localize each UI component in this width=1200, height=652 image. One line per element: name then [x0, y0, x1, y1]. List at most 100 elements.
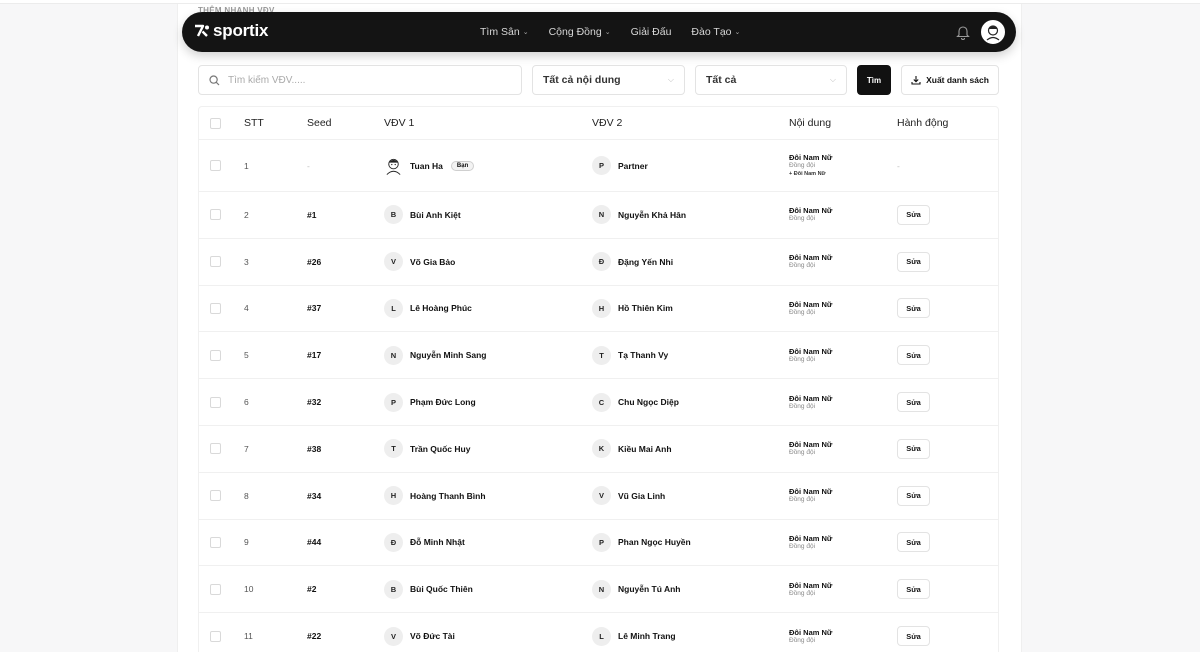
row-stt: 4 [244, 303, 249, 314]
edit-button[interactable]: Sửa [897, 438, 930, 459]
content-filter-value: Tất cả nội dung [543, 74, 621, 86]
nav-item-label: Tìm Sân [480, 26, 520, 38]
player-2-cell: P Partner [592, 140, 648, 191]
player-initial-avatar: N [592, 579, 611, 599]
row-checkbox[interactable] [210, 160, 221, 171]
content-filter-select[interactable]: Tất cả nội dung ⌵ [532, 65, 685, 95]
row-seed: #44 [307, 537, 322, 548]
content-cell: Đôi Nam Nữ Đồng đội [789, 473, 832, 519]
row-checkbox[interactable] [210, 349, 221, 361]
edit-button[interactable]: Sửa [897, 298, 930, 319]
row-checkbox[interactable] [210, 490, 221, 502]
row-seed: #2 [307, 584, 317, 595]
player-initial-avatar: V [592, 486, 611, 506]
export-button[interactable]: Xuất danh sách [901, 65, 999, 95]
status-filter-select[interactable]: Tất cả ⌵ [695, 65, 847, 95]
player-initial-avatar: H [592, 298, 611, 318]
row-stt: 11 [244, 631, 253, 642]
quick-add-heading: THÊM NHANH VĐV [198, 6, 275, 12]
content-cell: Đôi Nam Nữ Đồng đội [789, 613, 832, 652]
nav-item-tim-san[interactable]: Tìm Sân ⌄ [480, 26, 529, 38]
row-checkbox[interactable] [210, 583, 221, 595]
nav-item-dao-tao[interactable]: Đào Tạo ⌄ [691, 26, 740, 38]
nav-item-giai-dau[interactable]: Giải Đấu [631, 26, 672, 38]
player-2-cell: H Hồ Thiên Kim [592, 286, 673, 332]
player-initial-avatar: N [384, 345, 403, 365]
player-1-cell: H Hoàng Thanh Bình [384, 473, 486, 519]
player-2-cell: N Nguyễn Khả Hân [592, 192, 686, 238]
row-checkbox[interactable] [210, 443, 221, 455]
bell-icon[interactable] [956, 24, 970, 40]
player-initial-avatar: T [384, 439, 403, 459]
row-checkbox[interactable] [210, 396, 221, 408]
player-initial-avatar: V [384, 252, 403, 272]
table-row: 4 #37 L Lê Hoàng Phúc H Hồ Thiên Kim Đôi Nam N… [199, 286, 998, 333]
row-stt: 5 [244, 350, 249, 361]
player-2-cell: C Chu Ngọc Diệp [592, 379, 679, 425]
player-initial-avatar: P [384, 392, 403, 412]
row-checkbox[interactable] [210, 302, 221, 314]
row-stt: 7 [244, 443, 249, 454]
content-cell: Đôi Nam Nữ Đồng đội [789, 332, 832, 378]
edit-button[interactable]: Sửa [897, 392, 930, 413]
player-initial-avatar: B [384, 205, 403, 225]
content-cell: Đôi Nam Nữ Đồng đội [789, 566, 832, 612]
chevron-down-icon: ⌵ [667, 75, 674, 84]
row-stt: 2 [244, 209, 249, 220]
edit-button[interactable]: Sửa [897, 579, 930, 600]
content-sub: Đồng đội [789, 215, 816, 223]
edit-button[interactable]: Sửa [897, 485, 930, 506]
content-cell: Đôi Nam Nữ Đồng đội [789, 239, 832, 285]
edit-button[interactable]: Sửa [897, 345, 930, 366]
edit-button[interactable]: Sửa [897, 204, 930, 225]
content-title: Đôi Nam Nữ [789, 153, 833, 162]
player-2-name: Kiều Mai Anh [618, 443, 672, 454]
content-extra: + Đôi Nam Nữ [789, 171, 826, 177]
player-1-name: Nguyễn Minh Sang [410, 350, 487, 361]
row-checkbox[interactable] [210, 630, 221, 642]
table-row: 2 #1 B Bùi Anh Kiệt N Nguyễn Khả Hân Đôi Nam N… [199, 192, 998, 239]
player-1-name: Bùi Anh Kiệt [410, 209, 461, 220]
header-player-1: VĐV 1 [384, 117, 415, 129]
chevron-down-icon: ⌄ [604, 29, 611, 36]
player-1-cell: B Bùi Quốc Thiên [384, 566, 473, 612]
search-input[interactable] [228, 74, 508, 86]
row-checkbox[interactable] [210, 536, 221, 548]
row-seed: #17 [307, 350, 322, 361]
export-button-label: Xuất danh sách [926, 75, 989, 85]
nav-item-label: Đào Tạo [691, 26, 732, 38]
logo[interactable]: sportix [194, 21, 268, 41]
edit-button[interactable]: Sửa [897, 251, 930, 272]
content-cell: Đôi Nam Nữ Đồng đội [789, 286, 832, 332]
player-initial-avatar: B [384, 579, 403, 599]
table-row: 5 #17 N Nguyễn Minh Sang T Tạ Thanh Vy Đôi Nam… [199, 332, 998, 380]
select-all-checkbox[interactable] [210, 117, 221, 129]
player-2-name: Phan Ngọc Huyền [618, 537, 691, 548]
search-button[interactable]: Tìm [857, 65, 891, 95]
player-2-cell: T Tạ Thanh Vy [592, 332, 668, 378]
status-filter-value: Tất cả [706, 74, 737, 86]
player-1-name: Võ Gia Bảo [410, 256, 456, 267]
top-navbar: sportix Tìm Sân ⌄ Cộng Đồng ⌄ Giải Đấu Đ… [182, 12, 1016, 52]
row-checkbox[interactable] [210, 256, 221, 268]
row-stt: 9 [244, 537, 249, 548]
content-sub: Đồng đội [789, 308, 816, 316]
content-title: Đôi Nam Nữ [789, 299, 833, 309]
edit-button[interactable]: Sửa [897, 532, 930, 553]
player-2-name: Lê Minh Trang [618, 631, 676, 642]
player-1-name: Tuan Ha [410, 160, 443, 171]
content-sub: Đồng đội [789, 636, 816, 644]
player-1-name: Hoàng Thanh Bình [410, 490, 486, 501]
you-badge: Bạn [450, 160, 475, 171]
player-2-name: Partner [618, 160, 648, 171]
table-row: 6 #32 P Phạm Đức Long C Chu Ngọc Diệp Đôi Nam … [199, 379, 998, 426]
player-1-name: Lê Hoàng Phúc [410, 303, 472, 314]
row-seed: - [307, 160, 310, 171]
player-initial-avatar: V [384, 626, 403, 646]
row-checkbox[interactable] [210, 209, 221, 221]
player-2-cell: K Kiều Mai Anh [592, 426, 672, 472]
nav-item-cong-dong[interactable]: Cộng Đồng ⌄ [549, 26, 611, 38]
header-seed: Seed [307, 117, 332, 129]
user-avatar[interactable] [981, 20, 1005, 44]
edit-button[interactable]: Sửa [897, 626, 930, 647]
